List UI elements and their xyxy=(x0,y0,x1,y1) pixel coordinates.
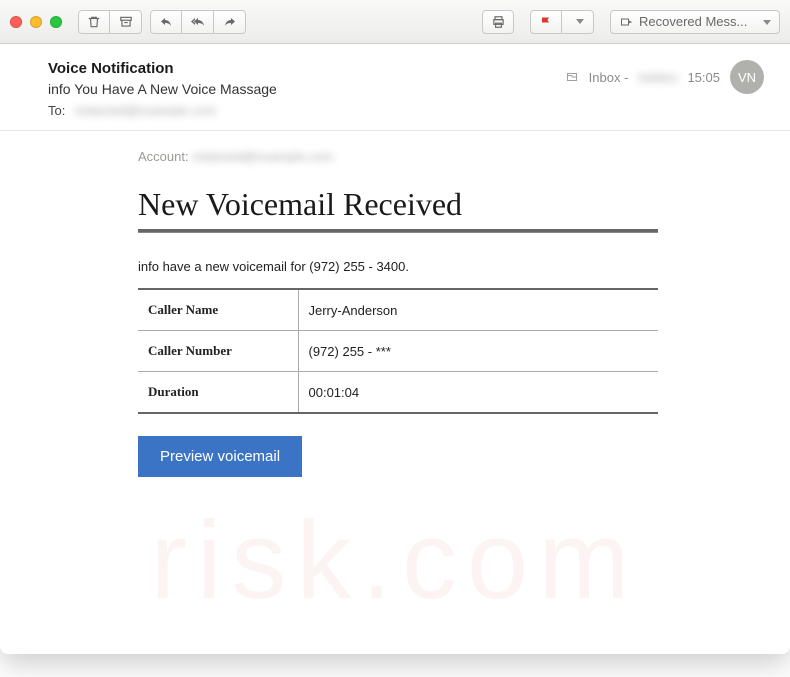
forward-icon xyxy=(223,16,237,28)
move-icon xyxy=(619,16,633,28)
row-value: Jerry-Anderson xyxy=(298,289,658,331)
avatar: VN xyxy=(730,60,764,94)
toolbar: Recovered Mess... xyxy=(0,0,790,44)
minimize-window[interactable] xyxy=(30,16,42,28)
row-key: Duration xyxy=(138,372,298,414)
delete-button[interactable] xyxy=(78,10,110,34)
title-rule xyxy=(138,229,658,233)
time-label: 15:05 xyxy=(687,70,720,85)
move-to-dropdown[interactable]: Recovered Mess... xyxy=(610,10,780,34)
to-value: redacted@example.com xyxy=(75,103,216,118)
row-value: (972) 255 - *** xyxy=(298,331,658,372)
window-controls xyxy=(10,16,62,28)
move-to-label: Recovered Mess... xyxy=(639,14,747,29)
mailbox-name: hidden xyxy=(638,70,677,85)
mail-window: Recovered Mess... Voice Notification inf… xyxy=(0,0,790,654)
delete-archive-group xyxy=(78,10,142,34)
account-value: redacted@example.com xyxy=(192,149,333,164)
mailbox-label: Inbox - xyxy=(589,70,629,85)
zoom-window[interactable] xyxy=(50,16,62,28)
details-table: Caller Name Jerry-Anderson Caller Number… xyxy=(138,288,658,414)
reply-icon xyxy=(159,16,173,28)
toolbar-right: Recovered Mess... xyxy=(482,10,780,34)
email-content: Account: redacted@example.com New Voicem… xyxy=(138,149,658,477)
row-value: 00:01:04 xyxy=(298,372,658,414)
email-title: New Voicemail Received xyxy=(138,186,658,229)
message-body: Account: redacted@example.com New Voicem… xyxy=(0,131,790,497)
forward-button[interactable] xyxy=(214,10,246,34)
row-key: Caller Number xyxy=(138,331,298,372)
print-button[interactable] xyxy=(482,10,514,34)
to-line: To: redacted@example.com xyxy=(48,103,764,118)
watermark: risk.com xyxy=(0,497,790,624)
table-row: Caller Name Jerry-Anderson xyxy=(138,289,658,331)
account-line: Account: redacted@example.com xyxy=(138,149,658,164)
chevron-down-icon xyxy=(759,14,771,29)
row-key: Caller Name xyxy=(138,289,298,331)
info-line: info have a new voicemail for (972) 255 … xyxy=(138,259,658,274)
flag-menu-button[interactable] xyxy=(562,10,594,34)
reply-all-button[interactable] xyxy=(182,10,214,34)
table-row: Duration 00:01:04 xyxy=(138,372,658,414)
printer-icon xyxy=(491,15,506,29)
flag-button[interactable] xyxy=(530,10,562,34)
table-row: Caller Number (972) 255 - *** xyxy=(138,331,658,372)
reply-button[interactable] xyxy=(150,10,182,34)
reply-all-icon xyxy=(190,16,206,28)
preview-voicemail-button[interactable]: Preview voicemail xyxy=(138,436,302,477)
to-label: To: xyxy=(48,103,65,118)
account-label: Account: xyxy=(138,149,189,164)
message-header: Voice Notification info You Have A New V… xyxy=(0,44,790,131)
mailbox-icon xyxy=(565,71,579,83)
flag-icon xyxy=(540,15,552,29)
header-meta: Inbox - hidden 15:05 VN xyxy=(565,60,764,94)
archive-icon xyxy=(119,15,133,29)
avatar-initials: VN xyxy=(738,70,756,85)
close-window[interactable] xyxy=(10,16,22,28)
trash-icon xyxy=(87,15,101,29)
reply-group xyxy=(150,10,246,34)
archive-button[interactable] xyxy=(110,10,142,34)
